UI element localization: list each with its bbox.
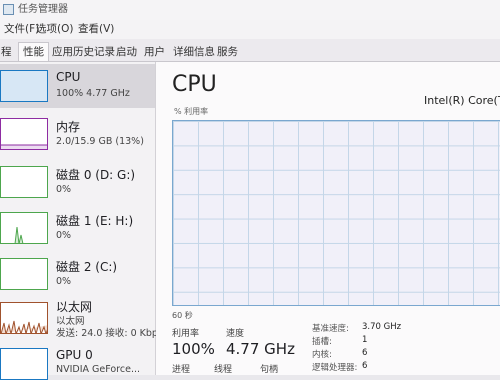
sidebar-item-label: CPU (56, 70, 81, 84)
sockets-value: 1 (362, 335, 368, 345)
graph-time-label: 60 秒 (172, 311, 193, 320)
cores-label: 内核: (312, 350, 332, 360)
menu-view[interactable]: 查看(V) (78, 20, 114, 39)
window-title: 任务管理器 (18, 4, 68, 15)
performance-panel: CPU Intel(R) Core(TM % 利用率 60 秒 利用率 100%… (156, 62, 500, 375)
disk-1-thumbnail (0, 212, 48, 244)
sidebar-item-label: 磁盘 1 (E: H:) (56, 214, 134, 228)
menu-bar: 文件(F) 选项(O) 查看(V) (0, 20, 500, 39)
ethernet-mini-graph (1, 320, 47, 333)
cpu-thumbnail (0, 70, 48, 102)
base-speed-value: 3.70 GHz (362, 322, 402, 332)
cpu-usage-graph (172, 120, 500, 306)
disk-0-thumbnail (0, 166, 48, 198)
sockets-label: 插槽: (312, 337, 332, 347)
task-manager-icon (3, 4, 14, 15)
cores-value: 6 (362, 348, 368, 358)
sidebar-item-label: 磁盘 2 (C:) (56, 260, 118, 274)
process-label: 进程 (172, 365, 191, 375)
tab-app-history[interactable]: 应用历史记录 (48, 43, 119, 61)
title-bar: 任务管理器 (0, 0, 500, 20)
sidebar-item-value: 0% (56, 184, 72, 195)
sidebar-item-value: 发送: 24.0 接收: 0 Kbp (56, 328, 158, 339)
disk-1-mini-graph (14, 226, 24, 243)
sidebar-item-value: 0% (56, 230, 72, 241)
speed-value: 4.77 GHz (226, 340, 295, 358)
sidebar-item-gpu-0[interactable]: GPU 0 NVIDIA GeForce... (0, 346, 155, 380)
menu-file[interactable]: 文件(F) (4, 20, 39, 39)
sidebar-item-label: GPU 0 (56, 348, 93, 362)
memory-thumbnail (0, 118, 48, 150)
logical-processors-value: 6 (362, 361, 368, 371)
base-speed-label: 基准速度: (312, 324, 349, 334)
sidebar-item-label: 内存 (56, 120, 81, 134)
sidebar-item-value: 0% (56, 276, 72, 287)
sidebar-item-value: 100% 4.77 GHz (56, 88, 130, 99)
sidebar-item-value: 2.0/15.9 GB (13%) (56, 136, 144, 147)
tab-users[interactable]: 用户 (140, 43, 169, 61)
utilization-label: 利用率 (172, 329, 200, 339)
menu-options[interactable]: 选项(O) (36, 20, 73, 39)
sidebar-item-value: NVIDIA GeForce... (56, 364, 141, 375)
tab-details[interactable]: 详细信息 (169, 43, 219, 61)
gpu-thumbnail (0, 348, 48, 380)
sidebar-item-disk-1[interactable]: 磁盘 1 (E: H:) 0% (0, 206, 155, 250)
speed-label: 速度 (226, 329, 245, 339)
tab-processes[interactable]: 程 (0, 43, 16, 61)
tab-startup[interactable]: 启动 (112, 43, 141, 61)
sidebar-item-memory[interactable]: 内存 2.0/15.9 GB (13%) (0, 112, 155, 156)
sidebar-item-disk-2[interactable]: 磁盘 2 (C:) 0% (0, 252, 155, 296)
graph-y-axis-label: % 利用率 (174, 107, 209, 116)
sidebar-item-ethernet[interactable]: 以太网 以太网 发送: 24.0 接收: 0 Kbp (0, 298, 158, 348)
sidebar-item-disk-0[interactable]: 磁盘 0 (D: G:) 0% (0, 160, 155, 204)
utilization-value: 100% (172, 340, 215, 358)
cpu-mini-graph (1, 71, 47, 101)
disk-2-thumbnail (0, 258, 48, 290)
logical-processors-label: 逻辑处理器: (312, 363, 358, 373)
ethernet-thumbnail (0, 302, 48, 334)
memory-mini-graph (1, 144, 47, 149)
tab-performance[interactable]: 性能 (18, 42, 49, 61)
sidebar-item-cpu[interactable]: CPU 100% 4.77 GHz (0, 64, 155, 108)
tab-bar: 程 性能 应用历史记录 启动 用户 详细信息 服务 (0, 39, 500, 62)
resource-sidebar: CPU 100% 4.77 GHz 内存 2.0/15.9 GB (13%) 磁… (0, 62, 158, 380)
thread-label: 线程 (214, 365, 233, 375)
page-title: CPU (172, 72, 217, 97)
tab-services[interactable]: 服务 (213, 43, 242, 61)
cpu-model: Intel(R) Core(TM (424, 94, 500, 107)
sidebar-item-label: 磁盘 0 (D: G:) (56, 168, 136, 182)
handle-label: 句柄 (260, 365, 279, 375)
